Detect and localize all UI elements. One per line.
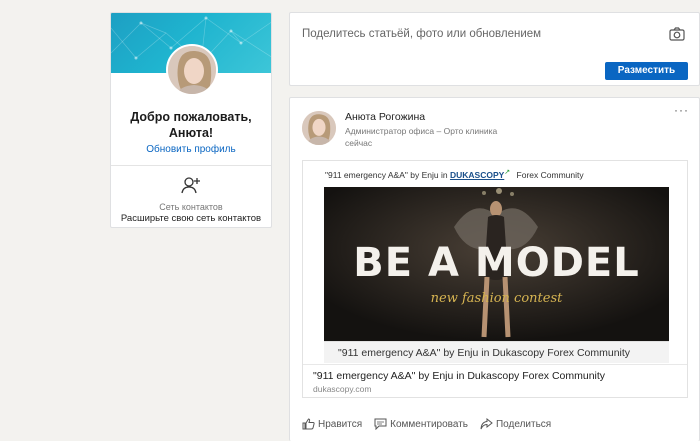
post-headline: Администратор офиса – Орто клиника [345, 126, 498, 136]
network-label: Сеть контактов [159, 202, 223, 212]
comment-icon [374, 418, 387, 430]
more-icon[interactable]: ··· [674, 103, 689, 117]
share-button[interactable]: Поделиться [480, 418, 551, 430]
article-image[interactable]: BE A MODEL new fashion contest [324, 187, 669, 341]
profile-card: Добро пожаловать, Анюта! Обновить профил… [110, 12, 272, 228]
article-top-suffix: Forex Community [516, 169, 584, 180]
post-time: сейчас [345, 138, 373, 148]
article-top-prefix: "911 emergency A&A" by Enju in [325, 169, 448, 180]
article-image-subtitle: new fashion contest [430, 291, 563, 306]
update-profile-link[interactable]: Обновить профиль [111, 144, 271, 155]
share-box: Поделитесь статьёй, фото или обновлением… [289, 12, 700, 86]
like-icon [302, 418, 315, 430]
like-label: Нравится [318, 418, 363, 430]
network-section[interactable]: Сеть контактов Расширьте свою сеть конта… [111, 166, 271, 224]
share-input[interactable]: Поделитесь статьёй, фото или обновлением [302, 28, 541, 40]
shared-article[interactable]: "911 emergency A&A" by Enju in DUKASCOPY… [302, 160, 688, 398]
external-link-icon: ↗ [504, 169, 511, 176]
article-top-line: "911 emergency A&A" by Enju in DUKASCOPY… [325, 168, 584, 180]
article-domain: dukascopy.com [313, 384, 372, 394]
share-label: Поделиться [495, 418, 552, 430]
camera-icon[interactable] [669, 27, 685, 41]
welcome-text: Добро пожаловать, Анюта! [130, 110, 252, 140]
add-person-icon [181, 176, 201, 194]
post-button[interactable]: Разместить [605, 62, 688, 80]
article-top-brand[interactable]: DUKASCOPY [450, 170, 504, 180]
article-title[interactable]: "911 emergency A&A" by Enju in Dukascopy… [313, 370, 687, 382]
article-image-title: BE A MODEL [353, 240, 640, 286]
network-cta[interactable]: Расширьте свою сеть контактов [111, 213, 271, 224]
article-footer[interactable]: "911 emergency A&A" by Enju in Dukascopy… [303, 364, 687, 397]
share-icon [480, 418, 493, 430]
profile-avatar[interactable] [166, 44, 218, 96]
feed-post: ··· Анюта Рогожина Администратор офиса –… [289, 97, 700, 441]
post-author[interactable]: Анюта Рогожина [345, 111, 425, 123]
author-avatar[interactable] [302, 111, 336, 145]
like-button[interactable]: Нравится [302, 418, 362, 430]
article-caption: "911 emergency A&A" by Enju in Dukascopy… [324, 341, 669, 363]
comment-button[interactable]: Комментировать [374, 418, 468, 430]
comment-label: Комментировать [390, 418, 468, 430]
post-actions: Нравится Комментировать Поделиться [302, 418, 688, 430]
